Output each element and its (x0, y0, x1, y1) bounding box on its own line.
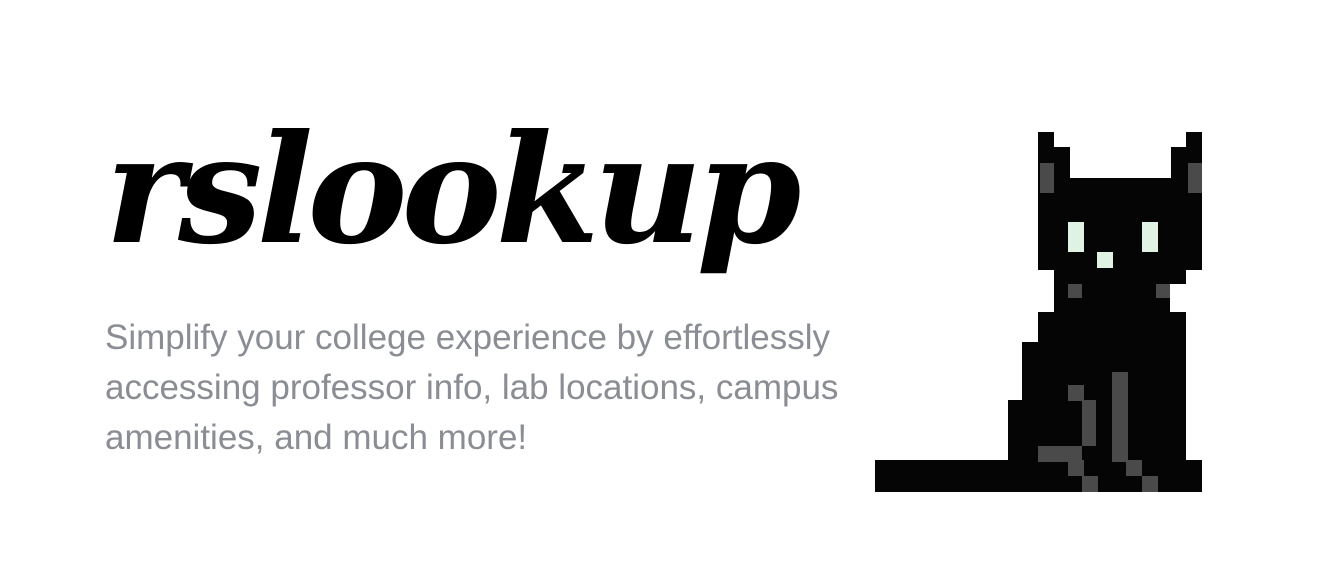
brand-title: rslookup (105, 102, 801, 278)
pixel-black-cat-icon (875, 132, 1202, 492)
hero-text: rslookup Simplify your college experienc… (105, 95, 865, 463)
hero-tagline: Simplify your college experience by effo… (105, 318, 839, 457)
hero-section: rslookup Simplify your college experienc… (0, 0, 1320, 575)
